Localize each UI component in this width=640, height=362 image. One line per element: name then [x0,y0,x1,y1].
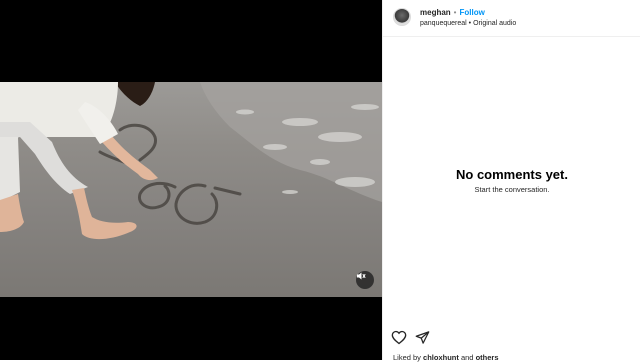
liked-by-prefix: Liked by [393,353,424,362]
separator-dot: • [468,20,472,27]
post-details-pane: meghan • Follow panquequereal • Original a… [382,0,640,362]
audio-label[interactable]: Original audio [473,20,516,27]
liked-by-text: Liked by chloxhunt and others [393,353,498,362]
empty-comments-title: No comments yet. [456,167,568,182]
author-line: meghan • Follow [420,8,485,18]
video-pane[interactable] [0,0,382,360]
author-username[interactable]: meghan [420,8,451,17]
post-header: meghan • Follow panquequereal • Original a… [383,0,640,37]
avatar[interactable] [393,8,411,26]
beach-scene [0,82,382,240]
heart-icon [391,330,407,350]
empty-comments-subtitle: Start the conversation. [474,185,550,194]
follow-button[interactable]: Follow [459,8,484,17]
liked-by-user[interactable]: chloxhunt [423,353,459,362]
audio-attribution[interactable]: panquequereal • Original audio [420,19,516,28]
liked-by-others[interactable]: others [476,353,499,362]
liked-by-conjunction: and [458,353,476,362]
separator-dot: • [453,8,457,17]
audio-owner[interactable]: panquequereal [420,20,467,27]
reel-video[interactable] [0,82,382,297]
paper-plane-icon [415,330,430,350]
mute-button[interactable] [356,271,374,289]
